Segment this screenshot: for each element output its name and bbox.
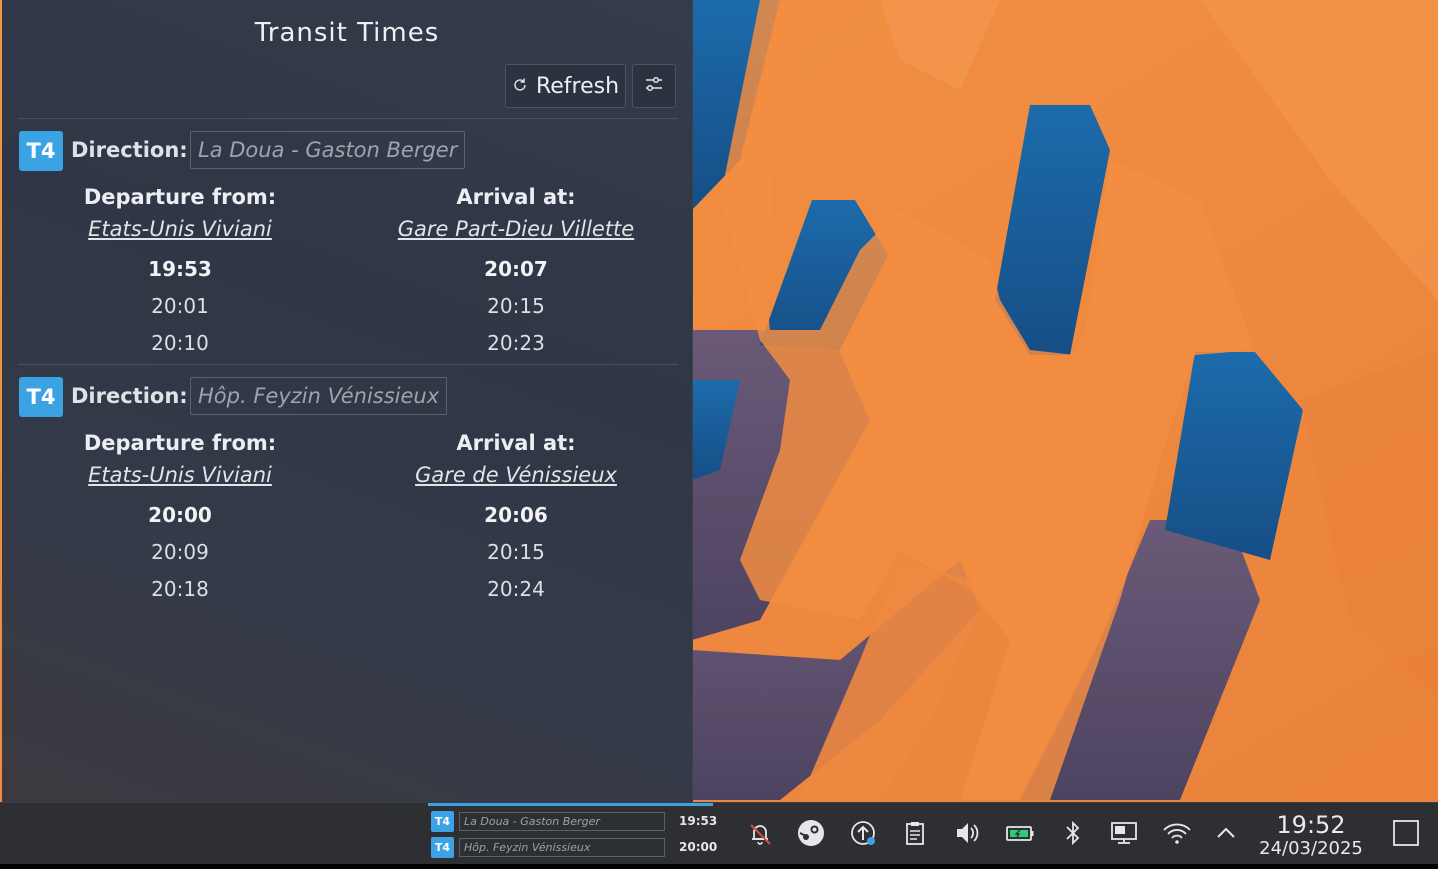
transit-taskbar-widget[interactable]: T4 La Doua - Gaston Berger 19:53 T4 Hôp.… [428, 803, 717, 865]
popup-title: Transit Times [254, 18, 440, 48]
direction-field[interactable]: Hôp. Feyzin Vénissieux [190, 377, 448, 415]
clock-date: 24/03/2025 [1259, 838, 1363, 859]
departure-column: Departure from: Etats-Unis Viviani 19:53… [10, 181, 350, 362]
departure-time: 20:01 [151, 294, 209, 318]
chevron-up-icon[interactable] [1208, 815, 1244, 851]
arrival-column: Arrival at: Gare Part-Dieu Villette 20:0… [346, 181, 686, 362]
next-time: 20:00 [679, 840, 718, 854]
screen-edge [0, 864, 1438, 869]
battery-icon[interactable] [1002, 815, 1038, 851]
direction-field[interactable]: La Doua - Gaston Berger [190, 131, 466, 169]
clock-time: 19:52 [1276, 811, 1346, 839]
arrival-heading: Arrival at: [456, 431, 576, 455]
direction-field: La Doua - Gaston Berger [459, 812, 665, 831]
line-badge: T4 [19, 377, 63, 417]
next-time: 19:53 [679, 814, 718, 828]
arrival-time: 20:23 [487, 331, 545, 355]
departure-heading: Departure from: [83, 431, 277, 455]
line-badge: T4 [431, 811, 454, 832]
direction-field: Hôp. Feyzin Vénissieux [459, 838, 665, 857]
departure-stop-link[interactable]: Etats-Unis Viviani [10, 213, 350, 245]
arrival-time: 20:15 [487, 540, 545, 564]
transit-times-popup: Transit Times Refresh T4 Direction: La D… [2, 0, 693, 802]
arrival-stop-link[interactable]: Gare Part-Dieu Villette [346, 213, 686, 245]
departure-heading: Departure from: [83, 185, 277, 209]
bluetooth-icon[interactable] [1055, 815, 1091, 851]
arrival-time: 20:24 [487, 577, 545, 601]
departure-stop-link[interactable]: Etats-Unis Viviani [10, 459, 350, 491]
departure-time: 20:10 [151, 331, 209, 355]
line-badge: T4 [19, 131, 63, 171]
departure-time: 20:18 [151, 577, 209, 601]
departure-column: Departure from: Etats-Unis Viviani 20:00… [10, 427, 350, 608]
notifications-disabled-icon[interactable] [742, 815, 778, 851]
arrival-heading: Arrival at: [456, 185, 576, 209]
separator [18, 118, 678, 119]
taskbar: T4 La Doua - Gaston Berger 19:53 T4 Hôp.… [0, 802, 1438, 865]
sliders-icon [643, 73, 665, 99]
arrival-time: 20:06 [484, 503, 548, 527]
arrival-column: Arrival at: Gare de Vénissieux 20:06 20:… [346, 427, 686, 608]
wifi-icon[interactable] [1159, 815, 1195, 851]
separator [18, 364, 678, 365]
configure-button[interactable] [632, 64, 676, 108]
departure-time: 20:09 [151, 540, 209, 564]
refresh-icon [512, 74, 528, 99]
volume-icon[interactable] [949, 815, 985, 851]
arrival-time: 20:15 [487, 294, 545, 318]
departure-time: 19:53 [148, 257, 212, 281]
steam-icon[interactable] [793, 815, 829, 851]
departure-time: 20:00 [148, 503, 212, 527]
update-icon[interactable] [845, 815, 881, 851]
direction-label: Direction: [71, 138, 188, 162]
direction-label: Direction: [71, 384, 188, 408]
active-indicator [428, 803, 713, 806]
display-icon[interactable] [1106, 815, 1142, 851]
clipboard-icon[interactable] [897, 815, 933, 851]
refresh-label: Refresh [535, 73, 620, 99]
digital-clock[interactable]: 19:52 24/03/2025 [1252, 811, 1370, 859]
line-badge: T4 [431, 837, 454, 858]
show-desktop-icon[interactable] [1388, 815, 1424, 851]
refresh-button[interactable]: Refresh [505, 64, 626, 108]
arrival-time: 20:07 [484, 257, 548, 281]
arrival-stop-link[interactable]: Gare de Vénissieux [346, 459, 686, 491]
